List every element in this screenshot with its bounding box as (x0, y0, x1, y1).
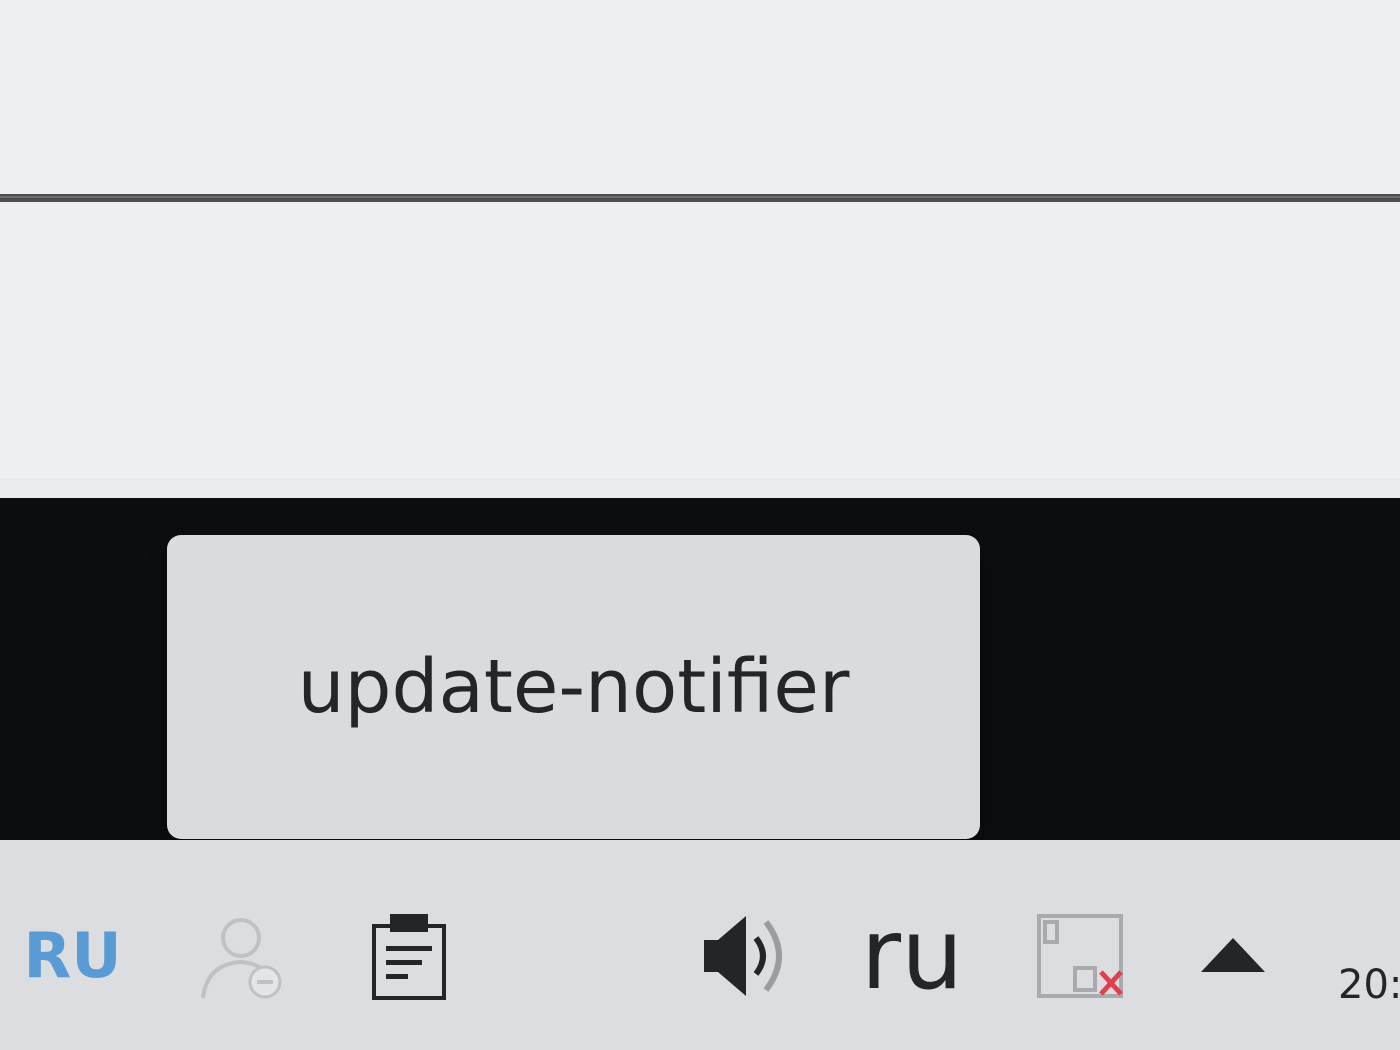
keyboard-layout-button[interactable]: ru (852, 900, 972, 1010)
clock[interactable]: 20: (1338, 960, 1400, 1010)
expand-arrow-icon[interactable] (1195, 930, 1271, 980)
tooltip-text: update-notifier (297, 644, 850, 730)
window-bottom-edge (0, 478, 1400, 498)
layout-indicator-button[interactable]: RU (23, 915, 121, 995)
user-status-icon[interactable] (195, 912, 287, 1002)
horizontal-separator (0, 194, 1400, 202)
clipboard-icon[interactable] (366, 910, 452, 1002)
window-content-area (0, 0, 1400, 478)
network-disconnected-icon[interactable] (1035, 910, 1131, 1002)
tray-tooltip: update-notifier (167, 535, 980, 839)
volume-icon[interactable] (696, 908, 792, 1004)
